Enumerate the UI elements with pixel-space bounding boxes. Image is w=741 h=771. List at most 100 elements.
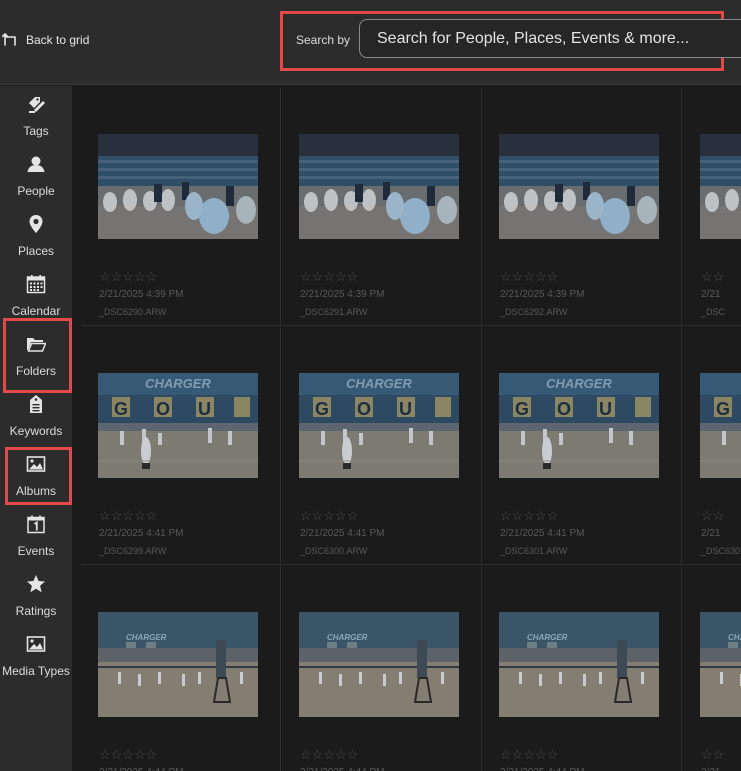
star-icon [27,575,45,593]
rating-stars[interactable]: ☆☆ [701,508,724,524]
photo-card[interactable]: ☆☆☆☆☆ 2/21/2025 4:39 PM _DSC6290.ARW [81,88,281,326]
photo-thumbnail[interactable]: CHARGER [299,612,459,717]
back-arrow-icon [2,33,16,46]
svg-text:O: O [557,399,571,419]
sidebar-item-ratings[interactable]: Ratings [0,566,72,626]
rating-stars[interactable]: ☆☆☆☆☆ [300,747,358,763]
thumbnail-image: CHARGER GOU [499,373,659,478]
sidebar-item-label: Media Types [2,664,70,678]
sidebar-item-label: Events [17,544,55,558]
sidebar: Tags People Places Calendar Folders Keyw… [0,86,72,771]
photo-thumbnail[interactable]: CHARGER GOU [299,373,459,478]
thumbnail-image [499,134,659,239]
rating-stars[interactable]: ☆☆☆☆☆ [500,508,558,524]
svg-text:G: G [515,399,529,419]
rating-stars[interactable]: ☆☆ [701,269,724,285]
albums-highlight-box [5,447,72,505]
event-calendar-icon [27,515,45,534]
sidebar-item-keywords[interactable]: Keywords [0,386,72,446]
photo-thumbnail[interactable]: CHARGER GOU [499,373,659,478]
svg-text:O: O [156,399,170,419]
rating-stars[interactable]: ☆☆☆☆☆ [300,269,358,285]
photo-thumbnail[interactable]: CHARGER [700,612,741,717]
svg-text:G: G [315,399,329,419]
rating-stars[interactable]: ☆☆ [701,747,724,763]
photo-date: 2/21/2025 4:44 PM [99,767,184,771]
thumbnail-image [700,134,741,239]
photo-card[interactable]: CHARGER GOU ☆☆☆☆☆ 2/21/2025 4:41 PM _DSC… [482,327,682,565]
photo-date: 2/21 [701,528,721,539]
photo-thumbnail[interactable]: CHARGER GOU [98,373,258,478]
thumbnail-image: CHARGER GOU [299,373,459,478]
svg-text:CHARGER: CHARGER [145,376,211,391]
photo-date: 2/21/2025 4:41 PM [300,528,385,539]
photo-filename: _DSC630 [701,546,741,556]
photo-card[interactable]: ☆☆☆☆☆ 2/21/2025 4:39 PM _DSC6291.ARW [282,88,482,326]
photo-card[interactable]: CHARGER ☆☆☆☆☆ 2/21/2025 4:44 PM [81,566,281,771]
thumbnail-image: CHARGER [700,612,741,717]
sidebar-item-label: People [17,184,55,198]
image-icon [26,636,46,652]
svg-text:CHARGER: CHARGER [346,376,412,391]
keyword-tag-icon [30,395,42,413]
photo-filename: _DSC6301.ARW [500,546,568,556]
svg-text:CHARGER: CHARGER [126,633,167,642]
rating-stars[interactable]: ☆☆☆☆☆ [300,508,358,524]
tag-pen-icon [29,97,45,113]
sidebar-item-label: Ratings [15,604,57,618]
photo-filename: _DSC [701,307,726,317]
top-bar: Back to grid Search by [0,0,741,85]
photo-card[interactable]: CHARGER ☆☆☆☆☆ 2/21/2025 4:44 PM [482,566,682,771]
photo-thumbnail[interactable] [700,134,741,239]
photo-thumbnail[interactable] [299,134,459,239]
photo-card[interactable]: CHARGER GOU ☆☆☆☆☆ 2/21/2025 4:41 PM _DSC… [282,327,482,565]
photo-grid: ☆☆☆☆☆ 2/21/2025 4:39 PM _DSC6290.ARW ☆☆☆… [81,88,741,771]
photo-card[interactable]: CHARGER GOU ☆☆☆☆☆ 2/21/2025 4:41 PM _DSC… [81,327,281,565]
sidebar-item-media-types[interactable]: Media Types [0,626,72,686]
photo-card[interactable]: CHARGER ☆☆ 2/21 [683,566,741,771]
svg-text:CHARGER: CHARGER [327,633,368,642]
rating-stars[interactable]: ☆☆☆☆☆ [500,269,558,285]
photo-date: 2/21/2025 4:41 PM [99,528,184,539]
rating-stars[interactable]: ☆☆☆☆☆ [99,269,157,285]
photo-thumbnail[interactable]: CHARGER GOU [700,373,741,478]
photo-date: 2/21 [701,289,721,300]
svg-text:CHARGER: CHARGER [546,376,612,391]
back-to-grid-button[interactable]: Back to grid [2,30,89,50]
search-input[interactable] [359,19,741,58]
sidebar-item-places[interactable]: Places [0,206,72,266]
photo-date: 2/21 [701,767,720,771]
map-pin-icon [29,215,43,233]
thumbnail-image: CHARGER [499,612,659,717]
svg-text:G: G [716,399,730,419]
photo-thumbnail[interactable] [499,134,659,239]
photo-date: 2/21/2025 4:44 PM [500,767,585,771]
svg-text:U: U [198,399,211,419]
thumbnail-image: CHARGER [299,612,459,717]
photo-date: 2/21/2025 4:39 PM [500,289,585,300]
sidebar-item-tags[interactable]: Tags [0,86,72,146]
sidebar-item-calendar[interactable]: Calendar [0,266,72,326]
thumbnail-image: CHARGER GOU [700,373,741,478]
sidebar-item-events[interactable]: Events [0,506,72,566]
rating-stars[interactable]: ☆☆☆☆☆ [99,747,157,763]
rating-stars[interactable]: ☆☆☆☆☆ [500,747,558,763]
photo-card[interactable]: ☆☆☆☆☆ 2/21/2025 4:39 PM _DSC6292.ARW [482,88,682,326]
svg-text:CHARGER: CHARGER [728,633,741,642]
photo-card[interactable]: CHARGER ☆☆☆☆☆ 2/21/2025 4:44 PM [282,566,482,771]
photo-date: 2/21/2025 4:39 PM [99,289,184,300]
thumbnail-image: CHARGER GOU [98,373,258,478]
photo-thumbnail[interactable]: CHARGER [499,612,659,717]
sidebar-item-people[interactable]: People [0,146,72,206]
photo-filename: _DSC6290.ARW [99,307,167,317]
photo-card[interactable]: CHARGER GOU ☆☆2/21_DS [683,327,741,565]
rating-stars[interactable]: ☆☆☆☆☆ [99,508,157,524]
photo-card[interactable]: ☆☆ 2/21 _DSC [683,88,741,326]
photo-filename: _DSC6299.ARW [99,546,167,556]
photo-thumbnail[interactable]: CHARGER [98,612,258,717]
photo-thumbnail[interactable] [98,134,258,239]
photo-filename: _DSC6300.ARW [300,546,368,556]
svg-text:CHARGER: CHARGER [527,633,568,642]
svg-text:U: U [399,399,412,419]
sidebar-item-label: Keywords [9,424,63,438]
